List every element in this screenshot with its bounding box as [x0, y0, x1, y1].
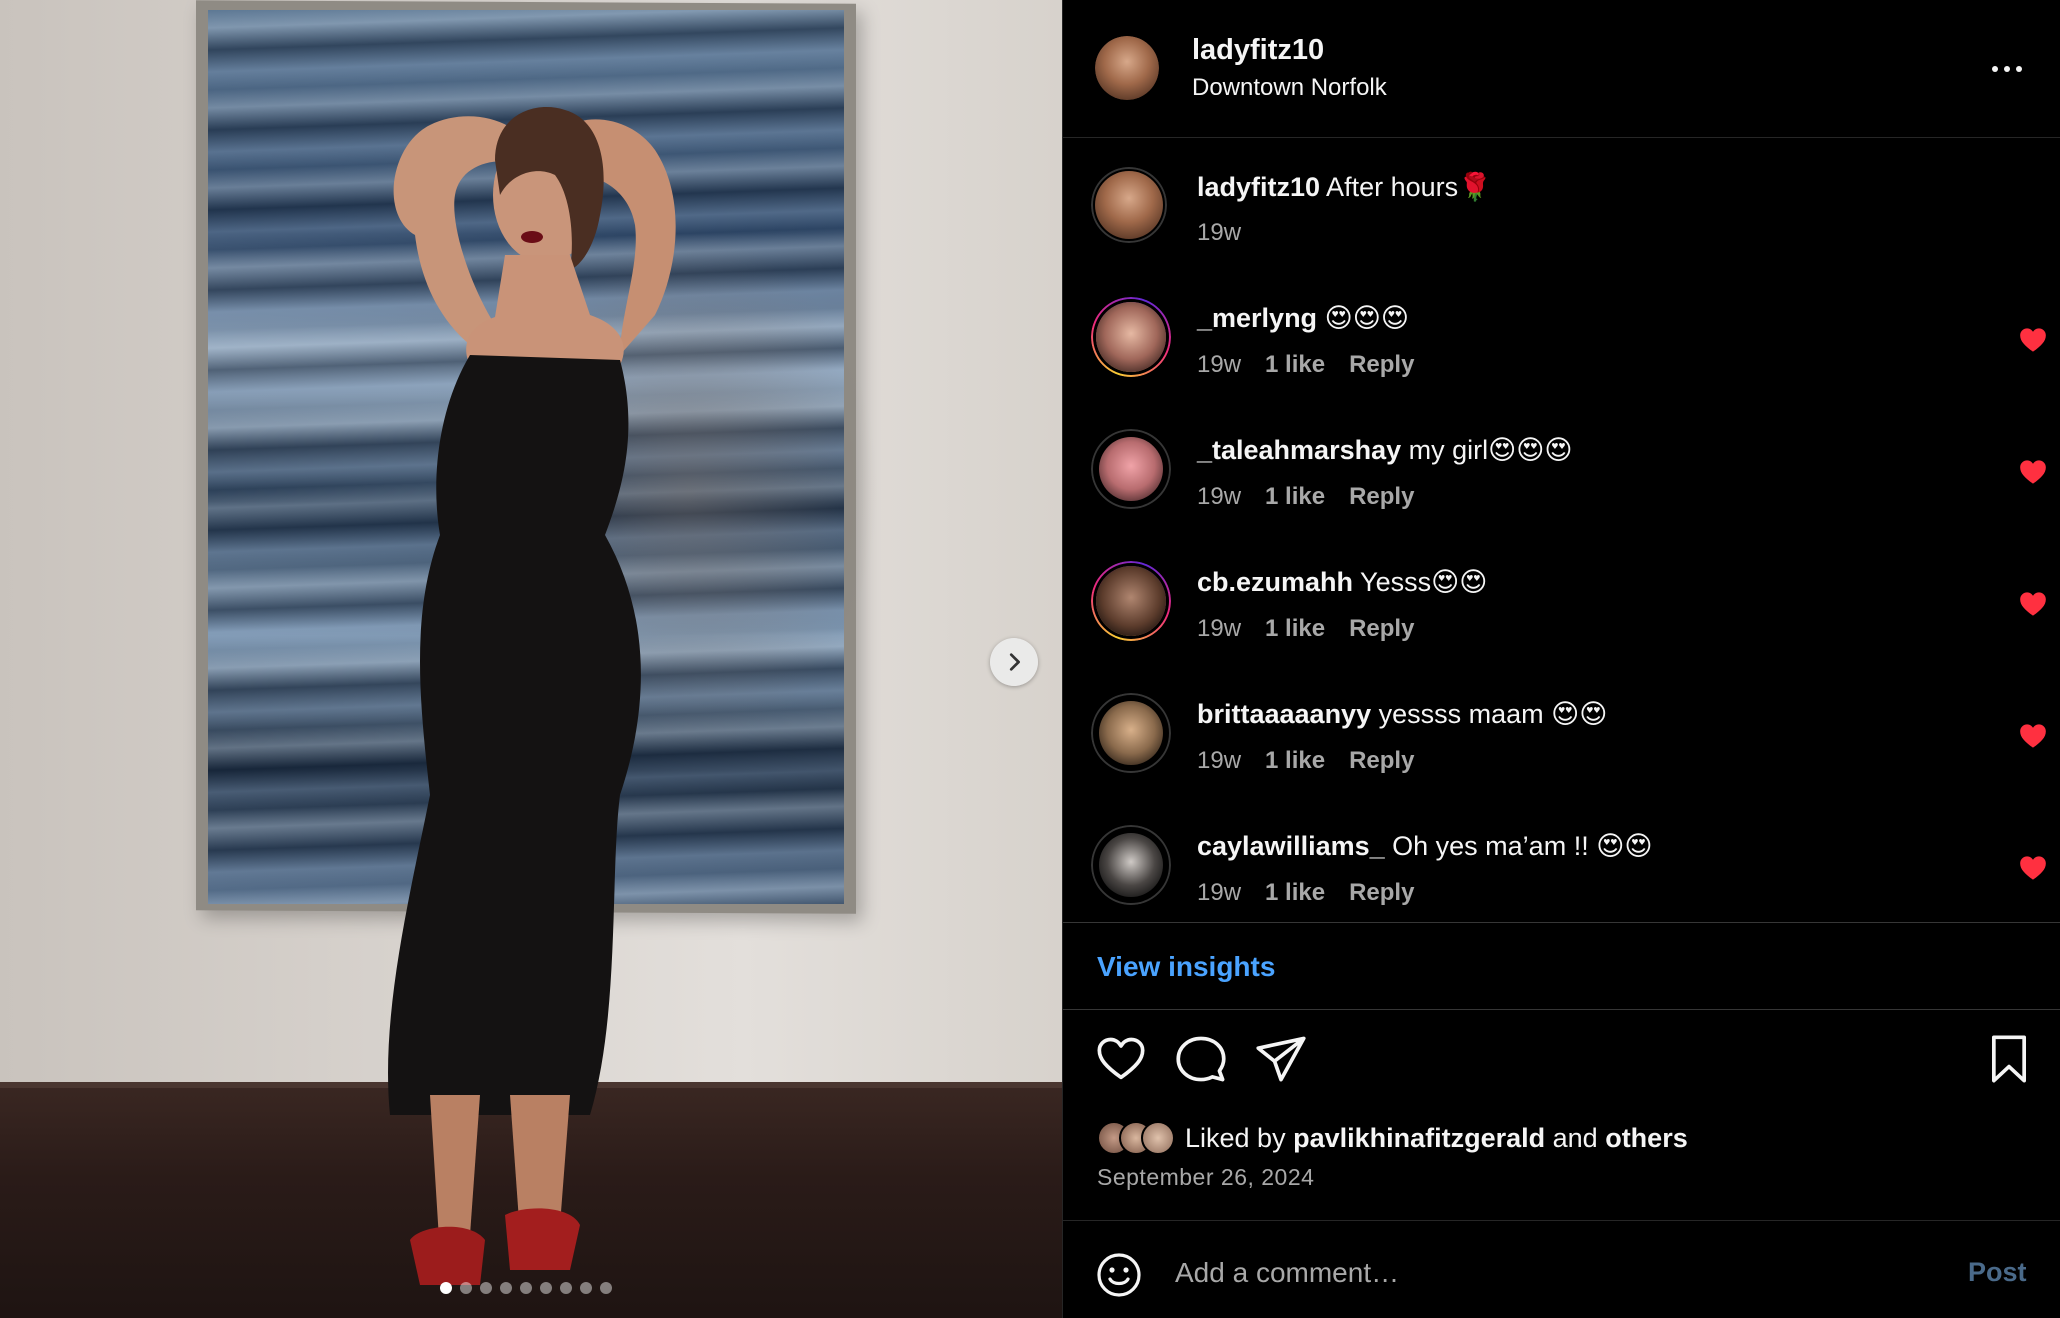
comment-meta: 19w 1 like Reply — [1197, 879, 1414, 907]
carousel-dot — [440, 1282, 452, 1294]
post-date[interactable]: September 26, 2024 — [1097, 1164, 1314, 1191]
comment-text: yessss maam 😍😍 — [1371, 699, 1608, 729]
comment-time[interactable]: 19w — [1197, 879, 1241, 907]
more-options-button[interactable] — [1983, 54, 2031, 84]
comment-text: Oh yes ma’am !! 😍😍 — [1384, 831, 1653, 861]
insights-bar: View insights — [1063, 922, 2060, 1010]
commenter-avatar[interactable] — [1091, 429, 1171, 509]
carousel-dot — [560, 1282, 572, 1294]
comment-text: my girl😍😍😍 — [1401, 435, 1573, 465]
commenter-avatar[interactable] — [1091, 825, 1171, 905]
comment-meta: 19w 1 like Reply — [1197, 483, 1414, 511]
comment-line: _merlyng 😍😍😍 — [1197, 303, 1409, 334]
comment-username[interactable]: caylawilliams_ — [1197, 831, 1385, 861]
carousel-dot — [600, 1282, 612, 1294]
liked-by-user[interactable]: pavlikhinafitzgerald — [1293, 1123, 1545, 1153]
liked-by-others[interactable]: others — [1605, 1123, 1688, 1153]
comment-bubble-icon[interactable] — [1175, 1033, 1227, 1085]
bookmark-icon[interactable] — [1983, 1033, 2035, 1085]
comment-like-count[interactable]: 1 like — [1265, 879, 1325, 907]
paper-plane-icon[interactable] — [1255, 1033, 1307, 1085]
carousel-dot — [500, 1282, 512, 1294]
comment-text: Yesss😍😍 — [1353, 567, 1488, 597]
comment-line: cb.ezumahh Yesss😍😍 — [1197, 567, 1487, 598]
comment-row: cb.ezumahh Yesss😍😍 19w 1 like Reply — [1063, 535, 2060, 667]
comment-meta: 19w 1 like Reply — [1197, 615, 1414, 643]
liked-by-text: Liked by pavlikhinafitzgerald and others — [1185, 1123, 1688, 1154]
comment-reply-button[interactable]: Reply — [1349, 747, 1414, 775]
comment-row: _taleahmarshay my girl😍😍😍 19w 1 like Reply — [1063, 403, 2060, 535]
comments-list[interactable]: ladyfitz10 After hours🌹 19w _merlyng 😍😍😍… — [1063, 139, 2060, 921]
post-comment-button[interactable]: Post — [1968, 1257, 2027, 1288]
commenter-avatar[interactable] — [1091, 561, 1171, 641]
liked-by-prefix: Liked by — [1185, 1122, 1294, 1153]
comment-meta: 19w 1 like Reply — [1197, 351, 1414, 379]
chevron-right-icon — [1009, 653, 1020, 671]
carousel-dot — [460, 1282, 472, 1294]
comment-username[interactable]: brittaaaaanyy — [1197, 699, 1371, 729]
heart-filled-icon[interactable] — [2019, 591, 2047, 617]
post-location[interactable]: Downtown Norfolk — [1192, 74, 1387, 102]
post-detail-panel: ladyfitz10 Downtown Norfolk ladyfitz10 A… — [1062, 0, 2060, 1318]
carousel-dot — [540, 1282, 552, 1294]
caption-username[interactable]: ladyfitz10 — [1197, 172, 1320, 202]
heart-filled-icon[interactable] — [2019, 723, 2047, 749]
comment-line: _taleahmarshay my girl😍😍😍 — [1197, 435, 1573, 466]
author-avatar[interactable] — [1095, 36, 1159, 100]
comment-time[interactable]: 19w — [1197, 483, 1241, 511]
comment-username[interactable]: _merlyng — [1197, 303, 1317, 333]
comment-like-count[interactable]: 1 like — [1265, 615, 1325, 643]
liked-by-summary[interactable]: Liked by pavlikhinafitzgerald and others — [1097, 1118, 1688, 1158]
comment-line: brittaaaaanyy yessss maam 😍😍 — [1197, 699, 1607, 730]
photo-subject — [388, 107, 676, 1285]
comment-like-count[interactable]: 1 like — [1265, 483, 1325, 511]
heart-filled-icon[interactable] — [2019, 327, 2047, 353]
caption-meta: 19w — [1197, 219, 1241, 247]
post-media[interactable] — [0, 0, 1062, 1318]
heart-filled-icon[interactable] — [2019, 855, 2047, 881]
commenter-avatar[interactable] — [1091, 693, 1171, 773]
add-comment-bar: Post — [1063, 1220, 2060, 1318]
caption-text: After hours🌹 — [1320, 172, 1492, 202]
comment-username[interactable]: cb.ezumahh — [1197, 567, 1353, 597]
carousel-indicator — [440, 1282, 612, 1294]
caption-time[interactable]: 19w — [1197, 219, 1241, 247]
comment-like-count[interactable]: 1 like — [1265, 351, 1325, 379]
heart-outline-icon[interactable] — [1095, 1033, 1147, 1085]
heart-filled-icon[interactable] — [2019, 459, 2047, 485]
comment-reply-button[interactable]: Reply — [1349, 483, 1414, 511]
comment-time[interactable]: 19w — [1197, 747, 1241, 775]
post-actions — [1063, 1011, 2060, 1121]
comment-time[interactable]: 19w — [1197, 351, 1241, 379]
commenter-avatar[interactable] — [1091, 297, 1171, 377]
carousel-dot — [580, 1282, 592, 1294]
comment-row: caylawilliams_ Oh yes ma’am !! 😍😍 19w 1 li… — [1063, 799, 2060, 931]
carousel-dot — [480, 1282, 492, 1294]
post-header: ladyfitz10 Downtown Norfolk — [1063, 0, 2060, 138]
more-horizontal-icon — [1992, 66, 1998, 72]
carousel-next-button[interactable] — [990, 638, 1038, 686]
comment-reply-button[interactable]: Reply — [1349, 879, 1414, 907]
comment-line: caylawilliams_ Oh yes ma’am !! 😍😍 — [1197, 831, 1653, 862]
comment-input[interactable] — [1175, 1249, 1935, 1297]
author-username[interactable]: ladyfitz10 — [1192, 34, 1324, 67]
liked-by-middle: and — [1545, 1122, 1606, 1153]
comment-username[interactable]: _taleahmarshay — [1197, 435, 1401, 465]
comment-meta: 19w 1 like Reply — [1197, 747, 1414, 775]
comment-text: 😍😍😍 — [1317, 303, 1410, 333]
liker-avatar — [1141, 1121, 1175, 1155]
comment-row: brittaaaaanyy yessss maam 😍😍 19w 1 like Rep… — [1063, 667, 2060, 799]
caption-author-avatar[interactable] — [1091, 167, 1167, 243]
comment-row: _merlyng 😍😍😍 19w 1 like Reply — [1063, 271, 2060, 403]
caption-line: ladyfitz10 After hours🌹 — [1197, 171, 1492, 203]
view-insights-link[interactable]: View insights — [1097, 951, 1275, 983]
carousel-dot — [520, 1282, 532, 1294]
smiley-icon[interactable] — [1095, 1251, 1143, 1299]
comment-time[interactable]: 19w — [1197, 615, 1241, 643]
comment-like-count[interactable]: 1 like — [1265, 747, 1325, 775]
comment-reply-button[interactable]: Reply — [1349, 615, 1414, 643]
post-caption: ladyfitz10 After hours🌹 19w — [1063, 139, 2060, 271]
comment-reply-button[interactable]: Reply — [1349, 351, 1414, 379]
